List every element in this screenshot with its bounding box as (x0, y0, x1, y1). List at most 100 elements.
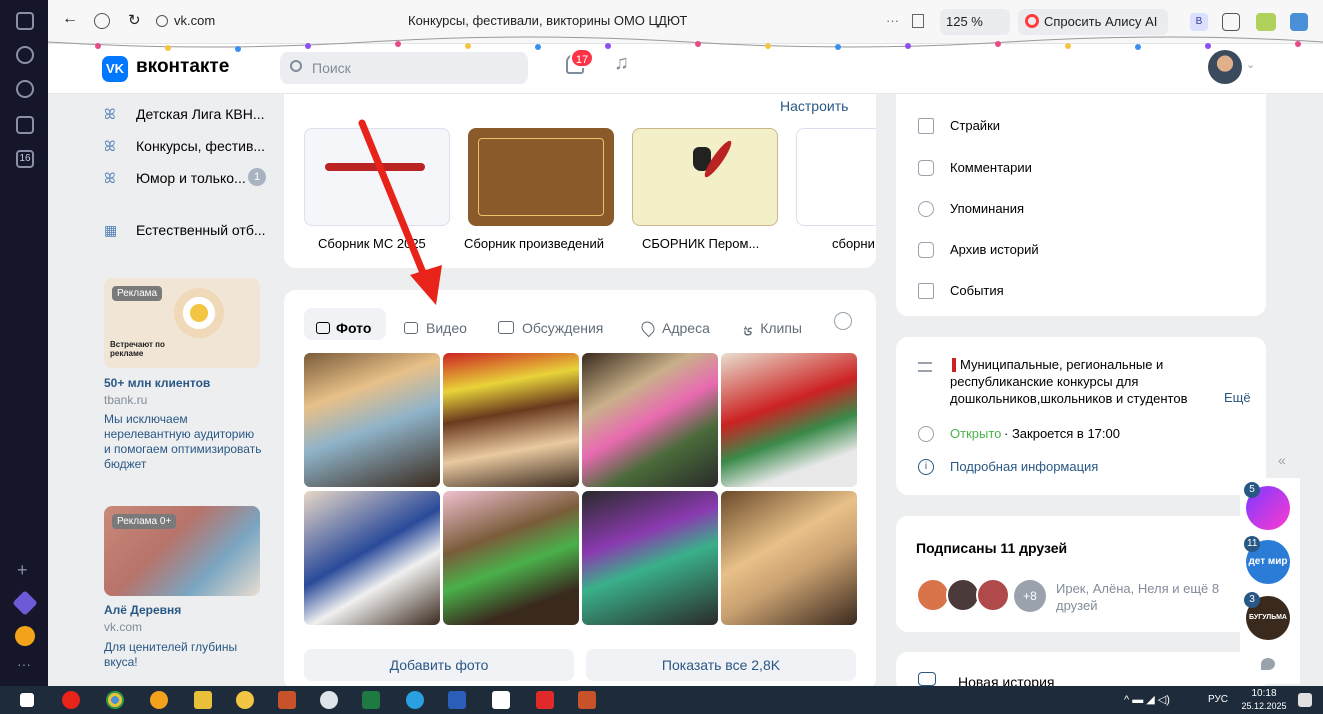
add-photo-button[interactable]: Добавить фото (304, 649, 574, 681)
show-all-photos-button[interactable]: Показать все 2,8K (586, 649, 856, 681)
nav-item-humor[interactable]: Юмор и только... (136, 170, 246, 186)
settings-icon[interactable] (834, 312, 852, 330)
app-icon[interactable] (320, 691, 338, 709)
more-icon[interactable]: ··· (17, 656, 31, 672)
more-link[interactable]: Ещё (1220, 390, 1251, 405)
mail-icon[interactable] (15, 626, 35, 646)
friend-avatar[interactable] (946, 578, 980, 612)
powerpoint-icon[interactable] (278, 691, 296, 709)
history-icon[interactable] (16, 46, 34, 64)
nav-item-natural[interactable]: Естественный отб... (136, 222, 266, 238)
tab-photo[interactable]: Фото (316, 320, 371, 336)
clock-time[interactable]: 10:18 (1244, 688, 1284, 699)
tab-clips[interactable]: ؿ Клипы (744, 320, 802, 337)
chrome-icon[interactable] (106, 691, 124, 709)
nav-item-contests[interactable]: Конкурсы, фестив... (136, 138, 265, 154)
pdf-icon[interactable] (536, 691, 554, 709)
start-icon[interactable] (20, 693, 34, 707)
tab-video[interactable]: Видео (404, 320, 467, 336)
more-options-icon[interactable]: ··· (886, 13, 899, 28)
user-avatar[interactable] (1208, 50, 1242, 84)
friend-avatar[interactable] (916, 578, 950, 612)
powerpoint-icon[interactable] (578, 691, 596, 709)
tab-photo-label: Фото (336, 320, 372, 336)
ad-description[interactable]: Для ценителей глубины вкуса! (104, 640, 264, 670)
tabs-icon[interactable] (16, 12, 34, 30)
ad-image-tbank[interactable]: Реклама Встречают по рекламе (104, 278, 260, 368)
ad-title[interactable]: 50+ млн клиентов (104, 376, 210, 390)
app-icon[interactable] (492, 691, 510, 709)
menu-mentions[interactable]: Упоминания (950, 201, 1024, 216)
app-icon[interactable] (12, 590, 38, 616)
ad-title[interactable]: Алё Деревня (104, 603, 181, 617)
photo-thumb[interactable] (443, 353, 579, 487)
nav-item-kvn[interactable]: Детская Лига КВН... (136, 106, 265, 122)
target-icon (174, 288, 224, 338)
friends-title[interactable]: Подписаны 11 друзей (916, 540, 1067, 556)
extension-color-icon[interactable] (1256, 13, 1276, 31)
yandex-browser-icon[interactable] (62, 691, 80, 709)
vk-logo-text[interactable]: вконтакте (136, 56, 229, 78)
photo-thumb[interactable] (721, 491, 857, 625)
extension-blue-icon[interactable] (1290, 13, 1308, 31)
counter-badge[interactable]: 16 (16, 150, 34, 168)
chevron-down-icon[interactable]: ⌄ (1246, 58, 1255, 71)
menu-comments[interactable]: Комментарии (950, 160, 1032, 175)
search-input[interactable]: Поиск (280, 52, 528, 84)
app-icon[interactable] (150, 691, 168, 709)
menu-story-archive[interactable]: Архив историй (950, 242, 1039, 257)
configure-link[interactable]: Настроить (780, 98, 848, 114)
info-icon: i (918, 459, 934, 475)
article-thumb[interactable] (468, 128, 614, 226)
story-icon (918, 672, 936, 686)
address-bar[interactable]: vk.com (174, 13, 215, 28)
yandex-icon[interactable] (94, 13, 110, 29)
messages-icon[interactable] (1261, 658, 1275, 670)
app-icon[interactable] (236, 691, 254, 709)
ad-image-derevnya[interactable]: Реклама 0+ (104, 506, 260, 596)
tab-addresses[interactable]: Адреса (638, 318, 710, 338)
alice-button[interactable]: Спросить Алису AI (1018, 9, 1168, 35)
menu-events[interactable]: События (950, 283, 1004, 298)
article-thumb[interactable] (632, 128, 778, 226)
article-thumb[interactable] (796, 128, 876, 226)
archive-icon (918, 242, 934, 258)
clock-date[interactable]: 25.12.2025 (1236, 701, 1292, 711)
friends-names[interactable]: Ирек, Алёна, Неля и ещё 8 друзей (1056, 580, 1236, 614)
more-friends-badge[interactable]: +8 (1014, 580, 1046, 612)
collapse-icon[interactable]: « (1278, 452, 1286, 468)
photo-thumb[interactable] (582, 491, 718, 625)
article-caption[interactable]: Сборник произведений (464, 236, 604, 251)
notification-center-icon[interactable] (1298, 693, 1312, 707)
language-indicator[interactable]: РУС (1208, 694, 1228, 705)
back-icon[interactable]: ← (62, 10, 78, 28)
play-icon[interactable] (16, 80, 34, 98)
photo-thumb[interactable] (304, 491, 440, 625)
group-icon: ꕤ (104, 106, 116, 122)
photo-thumb[interactable] (721, 353, 857, 487)
friend-avatar[interactable] (976, 578, 1010, 612)
tray-icons[interactable]: ^ ▬ ◢ ◁) (1124, 693, 1170, 706)
menu-strikes[interactable]: Страйки (950, 118, 1000, 133)
screenshot-icon[interactable] (16, 116, 34, 134)
photo-thumb[interactable] (582, 353, 718, 487)
photo-thumb[interactable] (304, 353, 440, 487)
article-caption[interactable]: сборни (832, 236, 876, 251)
music-icon[interactable]: ♫ (614, 52, 629, 75)
telegram-icon[interactable] (406, 691, 424, 709)
word-icon[interactable] (448, 691, 466, 709)
ad-description[interactable]: Мы исключаем нерелевантную аудиторию и п… (104, 412, 264, 472)
vk-logo-icon[interactable]: VK (102, 56, 128, 82)
details-link[interactable]: Подробная информация (950, 459, 1098, 474)
folder-icon[interactable] (194, 691, 212, 709)
bookmark-icon[interactable] (912, 14, 924, 28)
reload-icon[interactable]: ↻ (128, 11, 141, 29)
extension-icon[interactable] (1222, 13, 1240, 31)
zoom-button[interactable]: 125 % (940, 9, 1010, 35)
add-icon[interactable]: + (17, 560, 28, 581)
excel-icon[interactable] (362, 691, 380, 709)
tab-discussions[interactable]: Обсуждения (498, 320, 603, 336)
translate-icon[interactable]: B (1190, 13, 1208, 31)
photo-thumb[interactable] (443, 491, 579, 625)
article-caption[interactable]: СБОРНИК Пером... (642, 236, 759, 251)
